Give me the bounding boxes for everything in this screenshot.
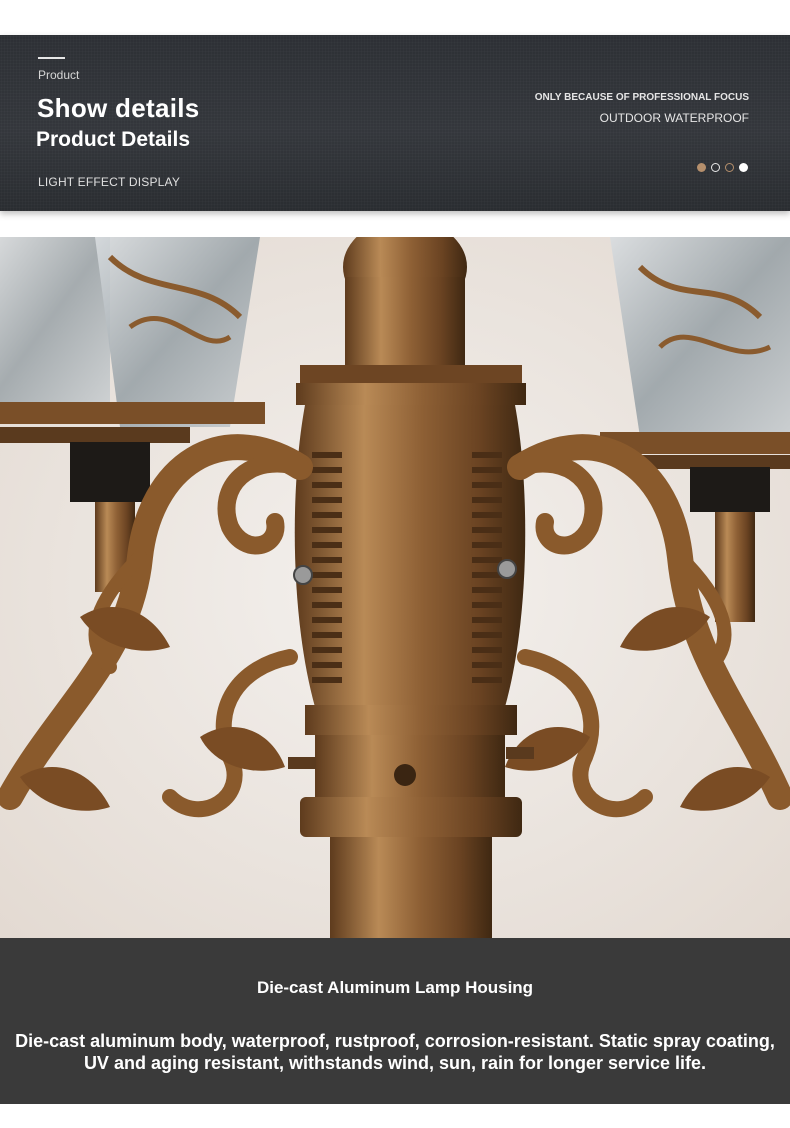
carousel-dot-1 bbox=[697, 163, 706, 172]
header-tagline-sub: OUTDOOR WATERPROOF bbox=[599, 111, 749, 125]
carousel-dot-3 bbox=[725, 163, 734, 172]
carousel-dot-4 bbox=[739, 163, 748, 172]
header-title: Show details bbox=[37, 93, 200, 123]
hub-body bbox=[293, 405, 526, 707]
header-subtitle: Product Details bbox=[36, 128, 191, 151]
lamp-post-illustration bbox=[0, 237, 790, 938]
product-photo bbox=[0, 237, 790, 938]
feature-title: Die-cast Aluminum Lamp Housing bbox=[256, 978, 534, 997]
feature-caption: Die-cast Aluminum Lamp Housing Die-cast … bbox=[0, 938, 790, 1104]
feature-description: Die-cast aluminum body, waterproof, rust… bbox=[15, 1031, 775, 1073]
accent-bar bbox=[38, 57, 65, 59]
header-eyebrow: Product bbox=[38, 68, 80, 82]
header-tagline: ONLY BECAUSE OF PROFESSIONAL FOCUS bbox=[534, 92, 749, 103]
header-caption: LIGHT EFFECT DISPLAY bbox=[38, 175, 181, 189]
carousel-dot-2 bbox=[711, 163, 720, 172]
header-banner: Product Show details Product Details LIG… bbox=[0, 35, 790, 211]
carousel-dots bbox=[697, 163, 748, 172]
